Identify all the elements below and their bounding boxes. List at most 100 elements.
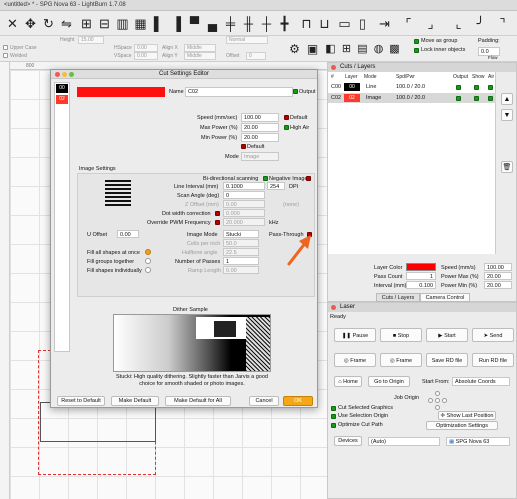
dpi-field[interactable]: 254 xyxy=(267,182,285,190)
same-width-icon[interactable]: ▭ xyxy=(336,15,353,32)
align-hcenter-icon[interactable]: ┼ xyxy=(258,15,275,32)
frame-corner-2-icon[interactable]: ⌟ xyxy=(422,15,439,32)
devices-button[interactable]: Devices xyxy=(334,436,362,446)
interval-field[interactable]: 0.100 xyxy=(406,281,436,289)
move-icon[interactable]: ✥ xyxy=(22,15,39,32)
override-pwm-field[interactable]: 20.000 xyxy=(223,218,265,226)
offset-field[interactable]: 0 xyxy=(246,52,266,60)
move-down-icon[interactable]: ▼ xyxy=(501,109,513,121)
run-rd-button[interactable]: Run RD file xyxy=(472,353,514,367)
laser-close-dot-icon[interactable] xyxy=(331,305,336,310)
z-offset-field[interactable]: 0.00 xyxy=(223,200,265,208)
grid-icon[interactable]: ⊞ xyxy=(338,41,355,58)
align-middle-icon[interactable]: ╫ xyxy=(240,15,257,32)
frame-corner-icon[interactable]: ⌜ xyxy=(400,15,417,32)
align-center-icon[interactable]: ╪ xyxy=(222,15,239,32)
save-rd-button[interactable]: Save RD file xyxy=(426,353,468,367)
distribute-v-icon[interactable]: ⊔ xyxy=(316,15,333,32)
ramp-length-field[interactable]: 0.00 xyxy=(223,266,259,274)
cut-selected-toggle[interactable] xyxy=(331,406,336,411)
mode-select[interactable]: Image xyxy=(241,152,279,161)
close-dot-icon[interactable] xyxy=(55,72,60,77)
array-icon[interactable]: ▤ xyxy=(354,41,371,58)
override-pwm-toggle[interactable] xyxy=(215,220,220,225)
canvas-image-shape[interactable] xyxy=(40,402,156,442)
start-button[interactable]: ▶ Start xyxy=(426,328,468,342)
use-selection-origin-toggle[interactable] xyxy=(331,414,336,419)
power-min-field[interactable]: 20.00 xyxy=(484,281,512,289)
halftone-angle-field[interactable]: 22.5 xyxy=(223,248,259,256)
cuts-row-c02[interactable]: C02 02 Image 100.0 / 20.0 xyxy=(328,93,496,103)
upper-case-checkbox[interactable] xyxy=(3,45,8,50)
ok-button[interactable]: OK xyxy=(283,396,313,406)
u-offset-field[interactable]: 0.00 xyxy=(117,230,139,238)
minimize-dot-icon[interactable] xyxy=(62,72,67,77)
align-left-icon[interactable]: ▌ xyxy=(150,15,167,32)
passes-field[interactable]: 1 xyxy=(223,257,259,265)
start-from-select[interactable]: Absolute Coords xyxy=(452,377,510,386)
stop-button[interactable]: ■ Stop xyxy=(380,328,422,342)
layer-item-02[interactable]: 02 xyxy=(56,95,68,104)
fill-individually-radio[interactable] xyxy=(145,267,151,273)
job-origin-grid[interactable] xyxy=(428,391,448,411)
speed-field[interactable]: 100.00 xyxy=(484,263,512,271)
name-field[interactable]: C02 xyxy=(185,87,293,97)
show-last-position-button[interactable]: ✛ Show Last Position xyxy=(438,411,496,420)
cancel-button[interactable]: Cancel xyxy=(249,396,279,406)
make-default-button[interactable]: Make Default xyxy=(111,396,159,406)
group-icon[interactable]: ▥ xyxy=(114,15,131,32)
height-field[interactable]: 15.00 xyxy=(78,36,104,44)
ungroup-icon[interactable]: ▦ xyxy=(132,15,149,32)
print-icon[interactable]: ▣ xyxy=(304,41,321,58)
cuts-close-dot-icon[interactable] xyxy=(331,65,336,70)
boolean-icon[interactable]: ⚙ xyxy=(286,41,303,58)
frame-circle-button[interactable]: ◎ Frame xyxy=(380,353,422,367)
delete-layer-icon[interactable]: 🗑 xyxy=(501,161,513,173)
mirror-h-icon[interactable]: ◧ xyxy=(322,41,339,58)
dot-width-toggle[interactable] xyxy=(215,211,220,216)
rect-array-icon[interactable]: ▩ xyxy=(386,41,403,58)
home-button[interactable]: ⌂ Home xyxy=(334,376,362,387)
frame-rect-button[interactable]: ◎ Frame xyxy=(334,353,376,367)
tab-camera-control[interactable]: Camera Control xyxy=(420,293,470,302)
layer-item-00[interactable]: 00 xyxy=(56,84,68,93)
device-port-select[interactable]: (Auto) xyxy=(368,437,440,446)
fill-groups-radio[interactable] xyxy=(145,258,151,264)
distribute-h-icon[interactable]: ⊓ xyxy=(298,15,315,32)
align-x-select[interactable]: Middle xyxy=(184,44,216,52)
row-air-toggle[interactable] xyxy=(488,85,493,90)
row-output-toggle[interactable] xyxy=(456,85,461,90)
scan-angle-field[interactable]: 0 xyxy=(223,191,265,199)
send-button[interactable]: ➤ Send xyxy=(472,328,514,342)
frame-sequence-icon[interactable]: ⌞ xyxy=(450,15,467,32)
optimization-settings-button[interactable]: Optimization Settings xyxy=(426,421,498,430)
make-default-all-button[interactable]: Make Default for All xyxy=(165,396,231,406)
cells-per-inch-field[interactable]: 50.0 xyxy=(223,239,259,247)
layer-color-swatch[interactable] xyxy=(77,87,165,97)
mirror-icon[interactable]: ⇋ xyxy=(58,15,75,32)
cuts-row-c00[interactable]: C00 00 Line 100.0 / 20.0 xyxy=(328,82,496,92)
zoom-dot-icon[interactable] xyxy=(69,72,74,77)
reset-default-button[interactable]: Reset to Default xyxy=(57,396,105,406)
default-speed-toggle[interactable] xyxy=(284,115,289,120)
negative-image-toggle[interactable] xyxy=(306,176,311,181)
origin-radio[interactable] xyxy=(435,398,440,403)
dot-width-field[interactable]: 0.000 xyxy=(223,209,265,217)
line-interval-field[interactable]: 0.1000 xyxy=(223,182,265,190)
min-power-field[interactable]: 20.00 xyxy=(241,133,279,142)
vspace-field[interactable]: 0.00 xyxy=(134,52,158,60)
align-right-icon[interactable]: ▐ xyxy=(168,15,185,32)
align-bottom-icon[interactable]: ▄ xyxy=(204,15,221,32)
corner-icon[interactable]: ⌝ xyxy=(494,15,511,32)
output-toggle[interactable] xyxy=(293,89,298,94)
align-y-select[interactable]: Middle xyxy=(184,52,216,60)
tools-icon[interactable]: ✕ xyxy=(4,15,21,32)
hspace-field[interactable]: 0.00 xyxy=(134,44,158,52)
move-as-group-toggle[interactable] xyxy=(414,39,419,44)
dock-icon[interactable]: ⇥ xyxy=(376,15,393,32)
step-icon[interactable]: ╯ xyxy=(472,15,489,32)
text-style-select[interactable]: Normal xyxy=(226,36,268,44)
pause-button[interactable]: ❚❚ Pause xyxy=(334,328,376,342)
same-height-icon[interactable]: ▯ xyxy=(354,15,371,32)
welded-checkbox[interactable] xyxy=(3,53,8,58)
